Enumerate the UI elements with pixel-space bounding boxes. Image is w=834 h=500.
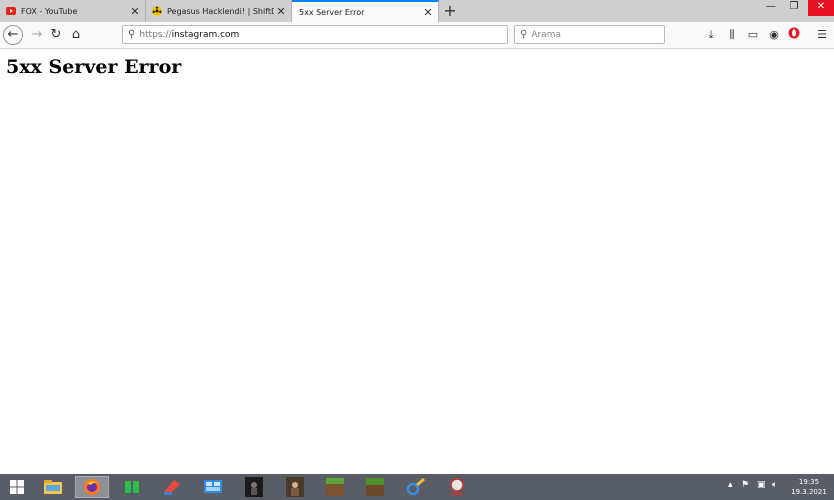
minecraft-2-icon[interactable] — [358, 476, 392, 498]
close-window-button[interactable]: ✕ — [808, 0, 834, 16]
tools-app-icon[interactable] — [399, 476, 433, 498]
account-icon[interactable]: ◉ — [766, 27, 782, 43]
file-explorer-icon[interactable] — [36, 476, 70, 498]
url-host: instagram.com — [171, 29, 240, 40]
clock-date: 19.3.2021 — [791, 488, 827, 496]
new-tab-button[interactable]: + — [441, 2, 459, 20]
url-protocol: https:// — [139, 29, 172, 40]
clock-time: 19:35 — [798, 478, 820, 486]
reload-button[interactable]: ↻ — [46, 25, 66, 45]
network-app-icon[interactable] — [440, 476, 474, 498]
close-tab-icon[interactable]: ✕ — [128, 5, 142, 18]
clock[interactable]: 19:35 19.3.2021 — [786, 477, 832, 497]
navigation-toolbar: ← → ↻ ⌂ ⚲ https://instagram.com ⚲ Arama … — [0, 22, 834, 49]
flag-icon[interactable]: ⚑ — [741, 480, 749, 490]
hazard-icon — [152, 6, 162, 16]
tab-shiftdelete[interactable]: Pegasus Hacklendi! | ShiftDelete ✕ — [146, 0, 292, 22]
game-app-2-icon[interactable] — [278, 476, 312, 498]
control-panel-icon[interactable] — [196, 476, 230, 498]
tab-strip: FOX - YouTube ✕ Pegasus Hacklendi! | Shi… — [0, 0, 834, 22]
menu-icon[interactable]: ☰ — [814, 27, 830, 43]
minecraft-1-icon[interactable] — [318, 476, 352, 498]
minimize-button[interactable]: — — [760, 0, 782, 16]
windows-start-icon[interactable] — [0, 476, 34, 498]
tab-youtube[interactable]: FOX - YouTube ✕ — [0, 0, 146, 22]
search-icon: ⚲ — [128, 29, 136, 40]
home-button[interactable]: ⌂ — [66, 25, 86, 45]
search-placeholder: Arama — [531, 29, 561, 40]
youtube-icon — [6, 6, 16, 16]
error-heading: 5xx Server Error — [6, 56, 182, 78]
search-icon: ⚲ — [520, 29, 528, 40]
download-icon[interactable]: ⤓ — [703, 27, 719, 43]
taskbar: ▴ ⚑ ▣ 🔈︎ 19:35 19.3.2021 — [0, 474, 834, 500]
paint-app-icon[interactable] — [155, 476, 189, 498]
tab-title: Pegasus Hacklendi! | ShiftDelete — [167, 6, 274, 16]
show-hidden-icons-icon[interactable]: ▴ — [728, 480, 733, 490]
url-bar[interactable]: ⚲ https://instagram.com — [122, 25, 508, 44]
network-icon[interactable]: ▣ — [757, 480, 766, 490]
volume-icon[interactable]: 🔈︎ — [772, 480, 777, 490]
tab-server-error[interactable]: 5xx Server Error ✕ — [292, 0, 439, 22]
tab-title: 5xx Server Error — [299, 7, 365, 17]
tab-title: FOX - YouTube — [21, 6, 78, 16]
forward-button[interactable]: → — [27, 25, 47, 45]
search-bar[interactable]: ⚲ Arama — [514, 25, 665, 44]
restore-button[interactable]: ❐ — [783, 0, 805, 16]
green-app-icon[interactable] — [115, 476, 149, 498]
sidebar-icon[interactable]: ▭ — [745, 27, 761, 43]
opera-icon[interactable] — [786, 27, 802, 43]
close-tab-icon[interactable]: ✕ — [421, 6, 435, 19]
game-app-1-icon[interactable] — [237, 476, 271, 498]
back-button[interactable]: ← — [3, 25, 23, 45]
firefox-icon[interactable] — [75, 476, 109, 498]
library-icon[interactable]: ⫼ — [724, 27, 740, 43]
close-tab-icon[interactable]: ✕ — [274, 5, 288, 18]
